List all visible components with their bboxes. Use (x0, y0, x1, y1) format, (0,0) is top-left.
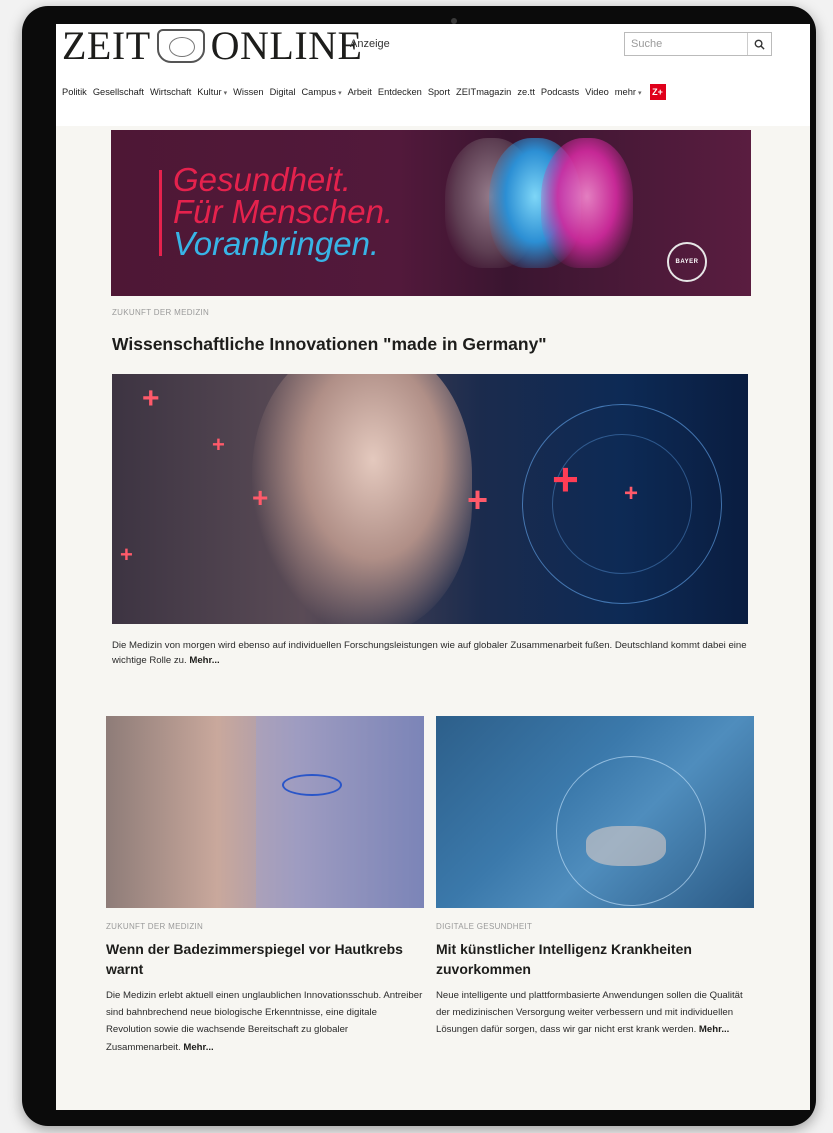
nav-item-label: Entdecken (377, 87, 422, 97)
nav-item-label: Gesellschaft (92, 87, 144, 97)
woman-face-image (252, 374, 472, 624)
browser-viewport: ZEIT ONLINE Anzeige Politik Gesellschaft Wi… (56, 24, 810, 1110)
banner-line-3: Voranbringen. (173, 225, 380, 262)
card-teaser: Die Medizin erlebt aktuell einen unglaub… (106, 987, 424, 1056)
main-article-title[interactable]: Wissenschaftliche Innovationen "made in … (112, 334, 547, 355)
medical-cross-icon: + (142, 382, 160, 415)
nav-item-label: ZEITmagazin (456, 87, 512, 97)
chevron-down-icon: ▾ (637, 90, 642, 97)
nav-item-label: mehr (614, 87, 636, 97)
chevron-down-icon: ▾ (338, 90, 342, 97)
card-more-link[interactable]: Mehr... (699, 1024, 729, 1035)
nav-item-label: Video (585, 87, 609, 97)
card-teaser-text: Neue intelligente und plattformbasierte … (436, 990, 743, 1036)
bayer-logo: BAYER (667, 242, 707, 282)
card-image[interactable] (106, 716, 424, 908)
search-icon (754, 39, 765, 50)
main-article-image[interactable]: + + + + + + + (112, 374, 748, 624)
digital-face-overlay (256, 716, 424, 908)
nav-item-label: Sport (427, 87, 451, 97)
search-box (624, 32, 772, 56)
nav-item-label: Wirtschaft (149, 87, 192, 97)
nav-item-label: Kultur (197, 87, 222, 97)
card-more-link[interactable]: Mehr... (183, 1042, 213, 1053)
banner-line-1: Gesundheit. (173, 161, 351, 198)
nav-item-label: Politik (62, 87, 87, 97)
search-button[interactable] (747, 33, 771, 55)
main-article-kicker: ZUKUNFT DER MEDIZIN (112, 308, 210, 317)
medical-cross-icon: + (552, 453, 579, 505)
nav-item-campus[interactable]: Campus ▾ (301, 87, 341, 97)
nav-item-arbeit[interactable]: Arbeit (348, 87, 372, 97)
medical-cross-icon: + (624, 480, 639, 507)
nav-item-podcasts[interactable]: Podcasts (541, 87, 579, 97)
card-image[interactable] (436, 716, 754, 908)
nav-item-label: ze.tt (517, 87, 535, 97)
search-input[interactable] (625, 33, 745, 55)
nav-item-wirtschaft[interactable]: Wirtschaft (150, 87, 191, 97)
article-card: ZUKUNFT DER MEDIZIN Wenn der Badezimmers… (106, 716, 424, 1056)
medical-cross-icon: + (467, 479, 489, 520)
banner-accent-bar (159, 170, 162, 256)
eagle-seal-icon (156, 29, 205, 63)
card-title[interactable]: Wenn der Badezimmerspiegel vor Hautkrebs… (106, 939, 424, 979)
nav-item-politik[interactable]: Politik (62, 87, 87, 97)
card-kicker: DIGITALE GESUNDHEIT (436, 922, 533, 931)
nav-item-mehr[interactable]: mehr ▾ (615, 87, 642, 97)
nav-item-zeitmagazin[interactable]: ZEITmagazin (456, 87, 511, 97)
main-article-teaser: Die Medizin von morgen wird ebenso auf i… (112, 638, 752, 668)
nav-item-entdecken[interactable]: Entdecken (378, 87, 422, 97)
main-navigation: Politik Gesellschaft Wirtschaft Kultur ▾ Wiss… (62, 84, 666, 100)
site-header: ZEIT ONLINE Anzeige Politik Gesellschaft Wi… (56, 24, 810, 126)
nav-item-sport[interactable]: Sport (428, 87, 450, 97)
nav-item-digital[interactable]: Digital (270, 87, 296, 97)
nav-item-label: Wissen (233, 87, 264, 97)
banner-line-2: Für Menschen. (173, 193, 394, 230)
site-logo[interactable]: ZEIT ONLINE (62, 24, 362, 69)
banner-face-image (541, 138, 633, 268)
nav-item-label: Podcasts (540, 87, 580, 97)
ad-banner[interactable]: Gesundheit. Für Menschen. Voranbringen. … (111, 130, 751, 296)
nav-item-video[interactable]: Video (585, 87, 609, 97)
nav-item-wissen[interactable]: Wissen (233, 87, 263, 97)
nav-item-label: Campus (301, 87, 337, 97)
ad-label: Anzeige (350, 38, 390, 50)
medical-cross-icon: + (212, 432, 225, 457)
scan-eye-graphic (282, 774, 342, 796)
card-title[interactable]: Mit künstlicher Intelligenz Krankheiten … (436, 939, 754, 979)
main-article-more-link[interactable]: Mehr... (189, 655, 219, 666)
doctor-hand-graphic (586, 826, 666, 866)
logo-text-online: ONLINE (210, 24, 363, 68)
nav-item-ze-tt[interactable]: ze.tt (517, 87, 535, 97)
nav-item-gesellschaft[interactable]: Gesellschaft (93, 87, 144, 97)
chevron-down-icon: ▾ (223, 90, 228, 97)
card-teaser-text: Die Medizin erlebt aktuell einen unglaub… (106, 990, 423, 1053)
zplus-badge[interactable]: Z+ (649, 84, 666, 100)
medical-cross-icon: + (252, 482, 269, 513)
article-card: DIGITALE GESUNDHEIT Mit künstlicher Inte… (436, 716, 754, 1039)
card-teaser: Neue intelligente und plattformbasierte … (436, 987, 754, 1039)
medical-cross-icon: + (120, 542, 133, 567)
card-kicker: ZUKUNFT DER MEDIZIN (106, 922, 204, 931)
nav-item-kultur[interactable]: Kultur ▾ (197, 87, 227, 97)
logo-text-zeit: ZEIT (62, 24, 151, 68)
nav-item-label: Arbeit (347, 87, 372, 97)
nav-item-label: Digital (269, 87, 296, 97)
